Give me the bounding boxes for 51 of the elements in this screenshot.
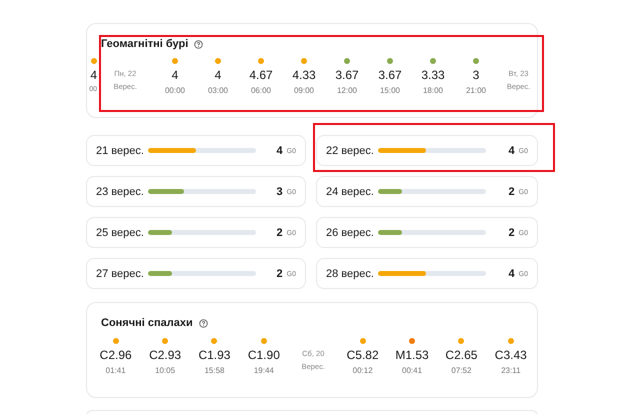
storm-value: 4	[508, 268, 515, 280]
time-label: 12:00	[336, 86, 358, 95]
time-label: 15:58	[204, 366, 224, 375]
date-label: 27 верес.	[96, 268, 145, 280]
time-label: 19:44	[254, 366, 274, 375]
date-label: 25 верес.	[96, 226, 145, 238]
flare-class: C5.82	[346, 348, 379, 362]
section-title: Геомагнітні бурі	[101, 38, 188, 50]
date-label: 21 верес.	[96, 144, 145, 156]
date-label: 22 верес.	[326, 144, 375, 156]
flare-class: C2.65	[445, 348, 478, 362]
storm-value: 2	[276, 268, 283, 280]
time-label: 01:41	[106, 366, 126, 375]
date-label: 24 верес.	[326, 186, 375, 198]
time-label: 00:12	[352, 366, 373, 375]
storm-value: 4	[508, 144, 515, 156]
time-label: 21:00	[466, 86, 486, 95]
storm-value: 2	[508, 186, 515, 198]
flare-class: M1.53	[395, 348, 429, 362]
time-label: 23:11	[501, 366, 521, 375]
date-label: 28 верес.	[326, 268, 375, 280]
flare-class: C3.43	[494, 348, 527, 362]
kp-value: 3.67	[378, 68, 402, 82]
flare-class: C1.93	[198, 348, 230, 362]
storm-value: 2	[508, 226, 515, 238]
flare-class: C1.90	[248, 348, 280, 362]
kp-value: 3.33	[421, 68, 445, 82]
kp-value: 4	[90, 68, 97, 82]
time-label: 00:00	[164, 86, 186, 95]
flare-class: C2.96	[100, 348, 132, 362]
storm-value: 3	[276, 186, 283, 198]
storm-value: 2	[276, 226, 283, 238]
section-title: Сонячні спалахи	[101, 317, 193, 329]
time-label: 03:00	[208, 86, 228, 95]
kp-value: 3	[472, 68, 480, 82]
kp-value: 4	[172, 68, 178, 82]
time-label: 06:00	[250, 86, 272, 95]
kp-value: 4.67	[249, 68, 273, 82]
time-label: 15:00	[380, 86, 400, 95]
kp-value: 4.33	[292, 68, 316, 82]
time-label: 10:05	[155, 366, 176, 375]
kp-value: 4	[214, 68, 222, 82]
time-label: 18:00	[422, 86, 444, 95]
time-label: 00:41	[402, 366, 422, 375]
storm-value: 4	[276, 144, 283, 156]
date-label: 23 верес.	[96, 186, 145, 198]
date-label: 26 верес.	[326, 226, 375, 238]
kp-value: 3.67	[335, 68, 359, 82]
time-label: 07:52	[451, 366, 472, 375]
time-label: 09:00	[294, 86, 314, 95]
flare-class: C2.93	[149, 348, 182, 362]
